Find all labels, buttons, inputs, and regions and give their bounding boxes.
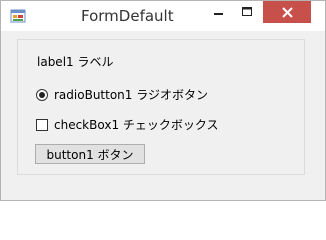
radio-selected-dot-icon bbox=[39, 91, 45, 98]
radio-button1[interactable]: radioButton1 ラジオボタン bbox=[36, 86, 208, 103]
maximize-icon bbox=[242, 7, 252, 16]
radio-circle-icon[interactable] bbox=[36, 88, 48, 101]
check-box1-label[interactable]: checkBox1 チェックボックス bbox=[54, 116, 219, 133]
maximize-button[interactable] bbox=[233, 1, 261, 23]
minimize-button[interactable] bbox=[205, 1, 233, 23]
radio-button1-label[interactable]: radioButton1 ラジオボタン bbox=[54, 86, 208, 103]
checkbox-square-icon[interactable] bbox=[36, 118, 48, 131]
window-title: FormDefault bbox=[81, 7, 174, 25]
windows-form-icon bbox=[10, 9, 26, 23]
title-bar[interactable]: FormDefault bbox=[1, 1, 325, 31]
minimize-icon bbox=[214, 13, 223, 15]
button1[interactable]: button1 ボタン bbox=[35, 144, 145, 164]
label1: label1 ラベル bbox=[37, 55, 114, 69]
check-box1[interactable]: checkBox1 チェックボックス bbox=[36, 116, 219, 133]
form-window: FormDefault label1 ラベル radioButton1 ラジオボ… bbox=[0, 0, 326, 201]
close-button[interactable] bbox=[263, 1, 311, 23]
close-icon bbox=[281, 6, 293, 18]
